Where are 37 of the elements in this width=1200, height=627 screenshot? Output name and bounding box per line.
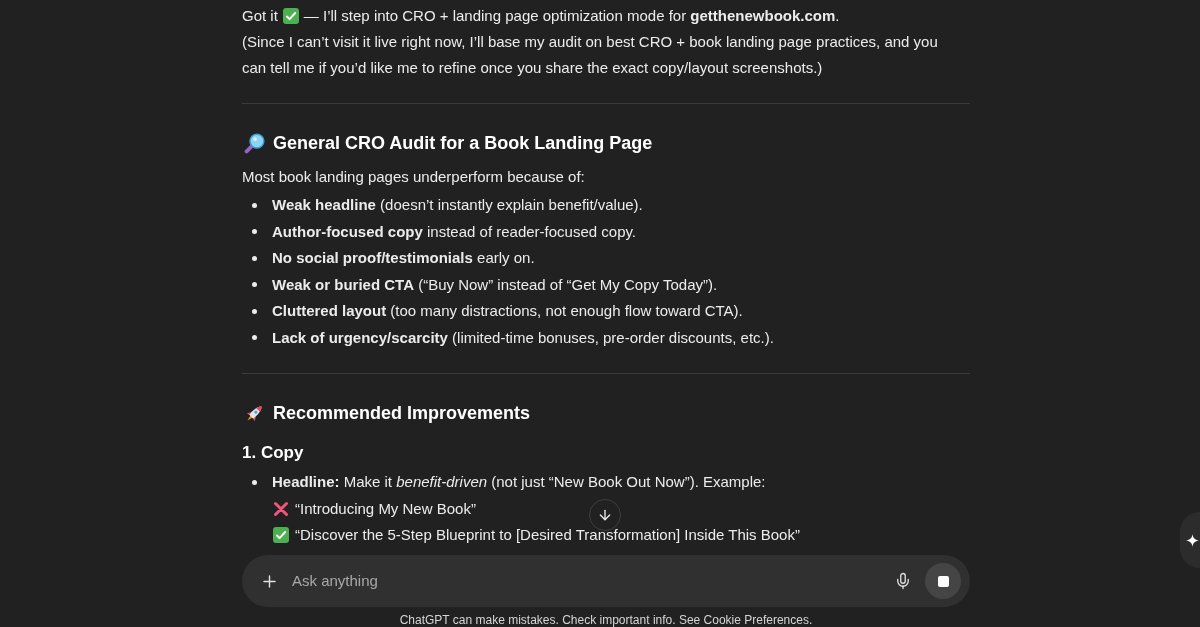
- intro-note: (Since I can’t visit it live right now, I’ll base my audit on best CRO + book landing page practices, and you can tell me if you’d like me to refine once you share the exact copy/layout screenshots.): [242, 32, 939, 78]
- bullet-icon: [251, 308, 257, 314]
- bullet-icon: [251, 255, 257, 261]
- microphone-icon: [894, 572, 912, 590]
- list-item-text: Author-focused copy instead of reader-focused copy.: [272, 221, 637, 242]
- subsection-heading: 1. Copy: [242, 442, 305, 464]
- magnifier-icon: [244, 132, 265, 154]
- arrow-down-icon: [597, 507, 613, 523]
- bullet-icon: [251, 229, 257, 235]
- list-item-text: Weak headline (doesn’t instantly explain benefit/value).: [272, 195, 643, 215]
- bullet-icon: [251, 335, 257, 341]
- list-item-text: Headline: Make it benefit-driven (not just “New Book Out Now”). Example:: [272, 472, 766, 492]
- list-item-text: Lack of urgency/scarcity (limited-time bonuses, pre-order discounts, etc.).: [272, 327, 774, 348]
- intro-text: Got it: [242, 6, 278, 26]
- bullet-icon: [251, 202, 257, 208]
- sparkle-button[interactable]: [1180, 512, 1200, 568]
- section-heading: General CRO Audit for a Book Landing Page: [273, 132, 653, 155]
- check-mark-icon: [273, 526, 289, 543]
- bullet-icon: [251, 479, 257, 485]
- list-item-text: Weak or buried CTA (“Buy Now” instead of “Get My Copy Today”).: [272, 274, 718, 295]
- list-item-text: Cluttered layout (too many distractions, not enough flow toward CTA).: [272, 301, 743, 321]
- stop-button[interactable]: [925, 563, 961, 599]
- scroll-down-button[interactable]: [589, 499, 621, 531]
- bullet-icon: [251, 282, 257, 288]
- section-intro-text: Most book landing pages underperform because of:: [242, 167, 586, 187]
- example-text: “Discover the 5-Step Blueprint to [Desired Transformation] Inside This Book”: [295, 524, 800, 545]
- check-mark-icon: [282, 8, 299, 24]
- disclaimer-text: ChatGPT can make mistakes. Check important info. See Cookie Preferences.: [398, 613, 814, 627]
- stop-icon: [937, 575, 949, 587]
- example-text: “Introducing My New Book”: [295, 498, 476, 519]
- cross-mark-icon: [273, 500, 289, 517]
- sparkle-icon: [1186, 533, 1199, 547]
- message-composer[interactable]: Ask anything: [242, 555, 970, 607]
- section-heading: Recommended Improvements: [273, 402, 531, 425]
- intro-text: — I’ll step into CRO + landing page optimization mode for getthenewbook.com.: [303, 6, 840, 26]
- message-input[interactable]: Ask anything: [292, 569, 893, 593]
- list-item-text: No social proof/testimonials early on.: [272, 248, 535, 268]
